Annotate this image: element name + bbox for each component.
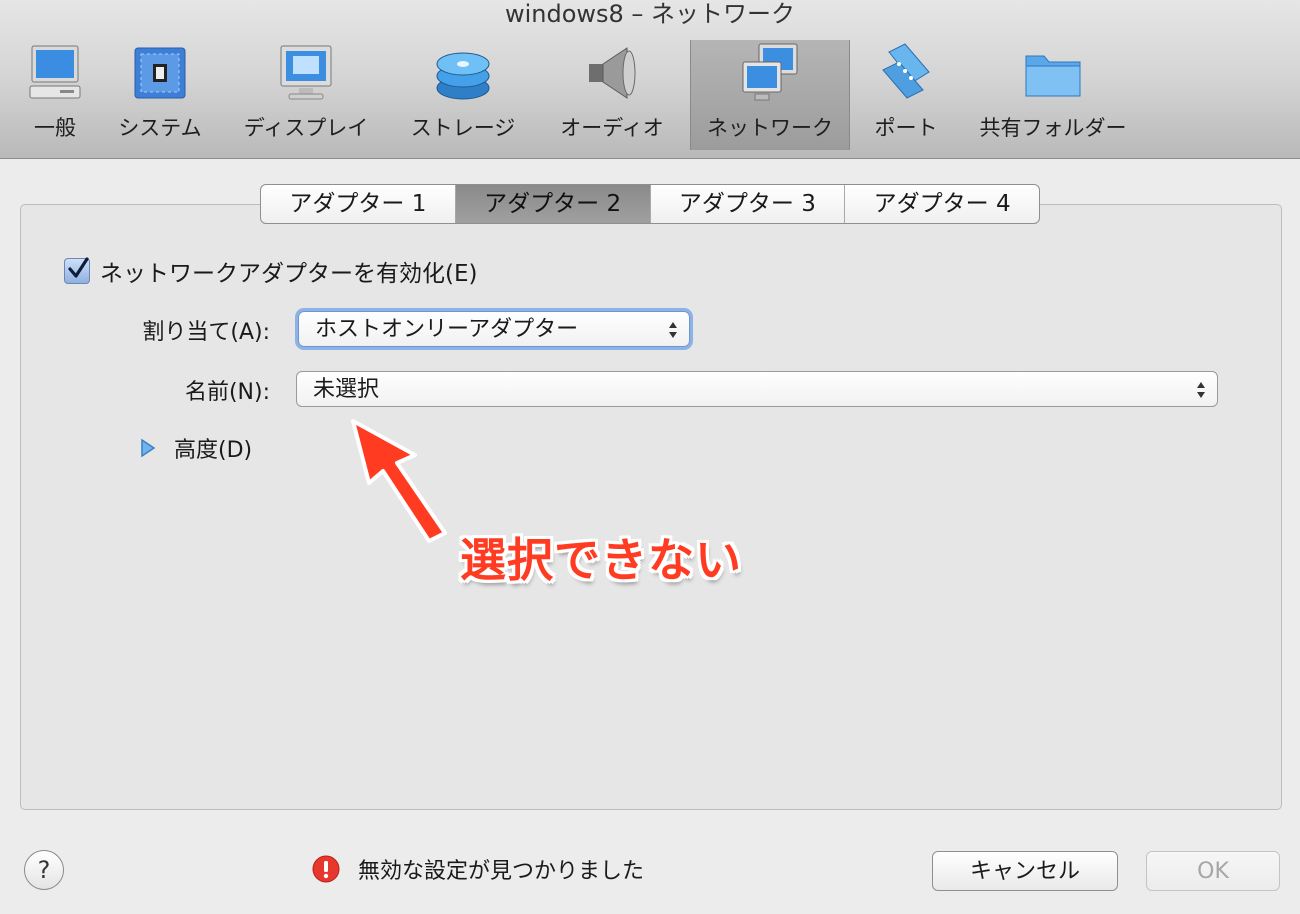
- updown-arrows-icon: [669, 322, 677, 338]
- tab-adapter-2[interactable]: アダプター 2: [455, 185, 651, 223]
- chip-icon: [134, 47, 186, 99]
- enable-adapter-label: ネットワークアダプターを有効化(E): [100, 261, 478, 287]
- toolbar-item-shared-folders[interactable]: 共有フォルダー: [974, 40, 1132, 150]
- updown-arrows-icon: [1197, 382, 1205, 398]
- folder-icon: [1025, 55, 1081, 97]
- toolbar-item-network[interactable]: ネットワーク: [690, 40, 850, 150]
- disclosure-triangle-icon: [141, 438, 156, 458]
- toolbar-item-display[interactable]: ディスプレイ: [236, 40, 376, 150]
- status-text: 無効な設定が見つかりました: [358, 859, 645, 884]
- monitor-icon: [280, 45, 332, 100]
- attach-select[interactable]: ホストオンリーアダプター: [298, 311, 690, 347]
- ok-button[interactable]: OK: [1146, 851, 1280, 891]
- name-label: 名前(N):: [184, 380, 270, 405]
- toolbar: windows8 – ネットワーク 一般 システム ディスプレイ ストレージ オ…: [0, 0, 1300, 159]
- tab-adapter-1[interactable]: アダプター 1: [261, 185, 456, 223]
- cancel-button[interactable]: キャンセル: [932, 851, 1118, 891]
- window-title: windows8 – ネットワーク: [504, 0, 796, 28]
- toolbar-item-system[interactable]: システム: [110, 40, 210, 150]
- help-button[interactable]: ?: [24, 850, 64, 890]
- toolbar-item-general[interactable]: 一般: [12, 40, 98, 150]
- annotation-text: 選択できない: [460, 533, 742, 587]
- toolbar-item-audio[interactable]: オーディオ: [552, 40, 672, 150]
- annotation-arrow-icon: [351, 419, 447, 543]
- toolbar-item-ports[interactable]: ポート: [862, 40, 950, 150]
- disk-stack-icon: [436, 52, 490, 100]
- advanced-label: 高度(D): [174, 438, 253, 463]
- speaker-icon: [589, 47, 636, 99]
- attach-select-value: ホストオンリーアダプター: [315, 317, 579, 342]
- advanced-disclosure[interactable]: 高度(D): [140, 432, 252, 464]
- error-icon: [312, 855, 340, 883]
- attach-label: 割り当て(A):: [142, 320, 270, 345]
- adapter-tabs: アダプター 1 アダプター 2 アダプター 3 アダプター 4: [260, 184, 1040, 224]
- status-message: 無効な設定が見つかりました: [312, 853, 644, 885]
- computer-icon: [29, 45, 81, 99]
- enable-adapter-row[interactable]: ネットワークアダプターを有効化(E): [64, 254, 477, 288]
- network-icon: [742, 43, 798, 101]
- port-icon: [882, 43, 930, 99]
- tab-adapter-3[interactable]: アダプター 3: [651, 185, 846, 223]
- enable-adapter-checkbox[interactable]: [64, 257, 90, 284]
- name-select-value: 未選択: [313, 377, 380, 402]
- adapter-panel: [20, 204, 1282, 810]
- name-select[interactable]: 未選択: [296, 371, 1218, 407]
- tab-adapter-4[interactable]: アダプター 4: [845, 185, 1039, 223]
- checkmark-icon: [68, 257, 89, 278]
- toolbar-item-storage[interactable]: ストレージ: [400, 40, 526, 150]
